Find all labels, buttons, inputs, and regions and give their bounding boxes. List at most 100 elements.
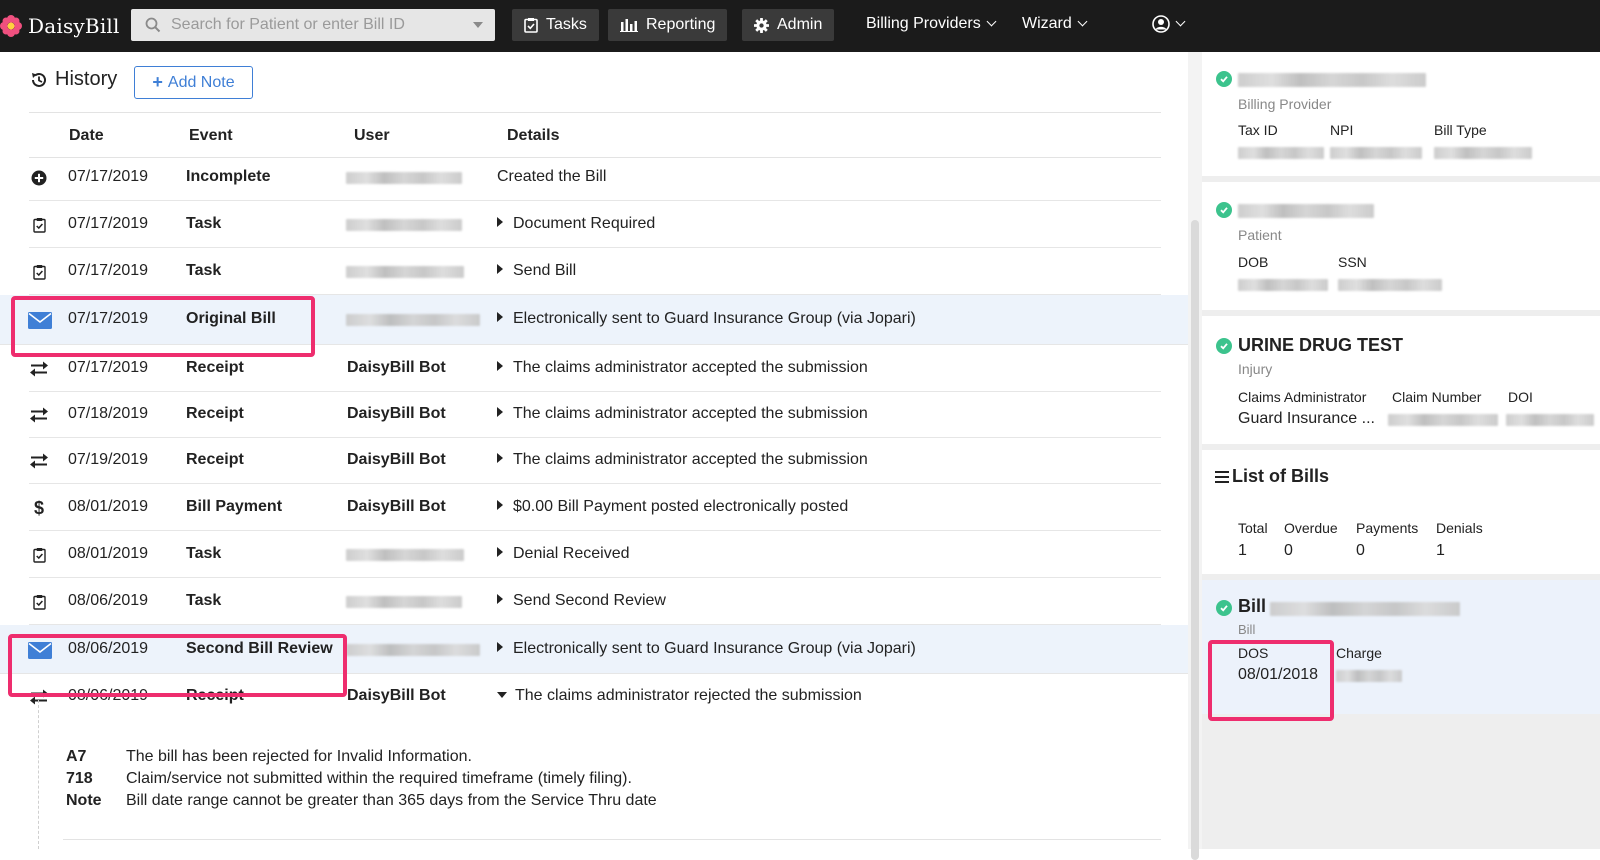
check-circle-icon <box>1216 71 1232 87</box>
user-circle-icon <box>1152 15 1170 33</box>
row-details: Created the Bill <box>497 168 606 186</box>
row-details[interactable]: Electronically sent to Guard Insurance G… <box>497 310 916 328</box>
row-details-text: $0.00 Bill Payment posted electronically… <box>513 498 849 515</box>
tax-id-label: Tax ID <box>1238 122 1278 138</box>
billing-providers-menu[interactable]: Billing Providers <box>866 15 997 33</box>
table-row[interactable]: 07/17/2019 Task Document Required <box>29 201 1161 248</box>
total-label: Total <box>1238 520 1268 536</box>
column-user[interactable]: User <box>354 127 390 145</box>
caret-right-icon[interactable] <box>497 547 503 557</box>
table-row[interactable]: 08/06/2019 Task Send Second Review <box>29 578 1161 625</box>
table-header: Date Event User Details <box>29 112 1161 158</box>
table-row[interactable]: 07/17/2019 Incomplete Created the Bill <box>29 155 1161 201</box>
billing-provider-card[interactable]: Billing Provider Tax ID NPI Bill Type <box>1202 52 1600 176</box>
caret-right-icon[interactable] <box>497 361 503 371</box>
row-details[interactable]: Send Bill <box>497 262 576 280</box>
row-date: 07/17/2019 <box>68 215 149 232</box>
column-event[interactable]: Event <box>189 127 233 145</box>
row-date: 08/01/2019 <box>68 545 149 562</box>
redacted-value <box>1506 414 1594 426</box>
clipboard-check-icon <box>524 18 538 33</box>
row-details[interactable]: The claims administrator accepted the su… <box>497 359 868 377</box>
add-note-button[interactable]: + Add Note <box>134 66 253 99</box>
row-date: 07/18/2019 <box>68 405 149 422</box>
caret-right-icon[interactable] <box>497 217 503 227</box>
row-event: Receipt <box>186 359 244 376</box>
row-details[interactable]: The claims administrator accepted the su… <box>497 451 868 469</box>
search-placeholder: Search for Patient or enter Bill ID <box>171 16 405 33</box>
payments-value: 0 <box>1356 542 1365 559</box>
table-row[interactable]: $08/01/2019 Bill Payment DaisyBill Bot $0.0… <box>29 484 1161 531</box>
list-of-bills-card[interactable]: List of Bills Total Overdue Payments Den… <box>1202 450 1600 574</box>
row-event: Task <box>186 262 222 279</box>
reporting-button[interactable]: Reporting <box>608 9 728 41</box>
caret-right-icon[interactable] <box>497 312 503 322</box>
chevron-down-icon <box>1077 16 1088 27</box>
row-event: Incomplete <box>186 168 271 185</box>
caret-down-icon[interactable] <box>497 692 507 698</box>
bill-summary-sidebar: Billing Provider Tax ID NPI Bill Type Pa… <box>1202 52 1600 849</box>
caret-right-icon[interactable] <box>497 453 503 463</box>
redacted-value <box>1238 279 1328 291</box>
row-event: Bill Payment <box>186 498 283 515</box>
history-heading: History <box>30 68 117 91</box>
logo[interactable]: DaisyBill <box>0 11 120 41</box>
exchange-icon <box>29 359 49 379</box>
logo-text: DaisyBill <box>28 14 120 38</box>
caret-right-icon[interactable] <box>497 500 503 510</box>
charge-label: Charge <box>1336 645 1382 661</box>
row-details[interactable]: The claims administrator accepted the su… <box>497 405 868 423</box>
row-details[interactable]: Document Required <box>497 215 655 233</box>
row-details-text: The claims administrator accepted the su… <box>513 359 868 376</box>
clipboard-check-icon <box>29 545 49 565</box>
highlight-box-dos <box>1208 640 1334 721</box>
injury-title: URINE DRUG TEST <box>1238 335 1404 355</box>
row-details[interactable]: Electronically sent to Guard Insurance G… <box>497 640 916 658</box>
row-details-text: Electronically sent to Guard Insurance G… <box>513 310 916 327</box>
column-details[interactable]: Details <box>507 127 559 145</box>
redacted-user <box>346 266 464 278</box>
denials-label: Denials <box>1436 520 1483 536</box>
history-icon <box>32 72 46 87</box>
injury-card[interactable]: URINE DRUG TEST Injury Claims Administra… <box>1202 316 1600 444</box>
row-details-text: Send Bill <box>513 262 577 279</box>
list-icon <box>1215 471 1229 483</box>
column-date[interactable]: Date <box>69 127 104 145</box>
redacted-user <box>346 549 464 561</box>
overdue-label: Overdue <box>1284 520 1338 536</box>
claim-number-label: Claim Number <box>1392 389 1482 405</box>
row-details-text: The claims administrator accepted the su… <box>513 451 868 468</box>
tasks-button[interactable]: Tasks <box>512 9 599 41</box>
scrollbar[interactable] <box>1188 52 1202 860</box>
dollar-icon: $ <box>33 497 44 518</box>
gear-icon <box>754 17 769 33</box>
row-details[interactable]: Send Second Review <box>497 592 666 610</box>
caret-right-icon[interactable] <box>497 264 503 274</box>
redacted-value <box>1238 147 1324 159</box>
row-details[interactable]: Denial Received <box>497 545 630 563</box>
bar-chart-icon <box>620 19 638 32</box>
caret-right-icon[interactable] <box>497 594 503 604</box>
row-details[interactable]: $0.00 Bill Payment posted electronically… <box>497 498 848 516</box>
scrollbar-thumb[interactable] <box>1191 220 1199 860</box>
row-details[interactable]: The claims administrator rejected the su… <box>497 687 862 705</box>
row-date: 07/19/2019 <box>68 451 149 468</box>
admin-button[interactable]: Admin <box>742 9 835 41</box>
table-row[interactable]: 08/01/2019 Task Denial Received <box>29 531 1161 578</box>
row-event: Receipt <box>186 405 244 422</box>
row-date: 07/17/2019 <box>68 168 149 185</box>
caret-right-icon[interactable] <box>497 642 503 652</box>
table-row[interactable]: 07/19/2019 Receipt DaisyBill Bot The claims… <box>29 438 1161 484</box>
search-dropdown-icon[interactable] <box>473 22 483 28</box>
patient-card[interactable]: Patient DOB SSN <box>1202 182 1600 310</box>
wizard-menu[interactable]: Wizard <box>1022 15 1088 33</box>
user-menu[interactable] <box>1152 15 1186 33</box>
row-details-text: The claims administrator rejected the su… <box>515 687 862 704</box>
caret-right-icon[interactable] <box>497 407 503 417</box>
search-input[interactable]: Search for Patient or enter Bill ID <box>131 9 495 41</box>
table-row[interactable]: 07/17/2019 Task Send Bill <box>29 248 1161 295</box>
rejection-text: Bill date range cannot be greater than 3… <box>126 792 657 809</box>
table-row[interactable]: 07/18/2019 Receipt DaisyBill Bot The claims… <box>29 392 1161 438</box>
card-subtitle: Billing Provider <box>1238 96 1332 112</box>
dob-label: DOB <box>1238 254 1269 270</box>
